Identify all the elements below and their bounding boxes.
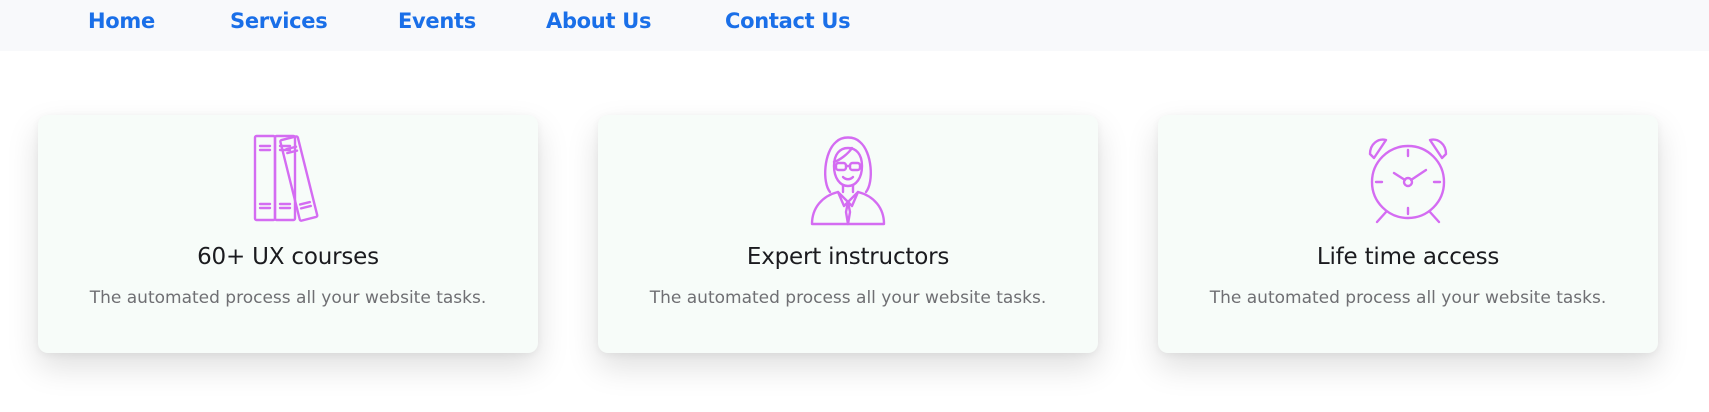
- feature-description: The automated process all your website t…: [649, 288, 1047, 308]
- nav-link-services[interactable]: Services: [230, 9, 328, 33]
- top-navigation: Home Services Events About Us Contact Us: [0, 0, 1709, 51]
- instructor-icon: [800, 132, 896, 228]
- feature-title: 60+ UX courses: [197, 244, 379, 270]
- alarm-clock-icon: [1360, 132, 1456, 228]
- feature-card-instructors: Expert instructors The automated process…: [598, 115, 1098, 353]
- books-icon: [240, 132, 336, 228]
- nav-link-events[interactable]: Events: [398, 9, 476, 33]
- nav-link-home[interactable]: Home: [88, 9, 155, 33]
- feature-description: The automated process all your website t…: [89, 288, 487, 308]
- feature-title: Expert instructors: [746, 244, 950, 270]
- feature-description: The automated process all your website t…: [1209, 288, 1607, 308]
- feature-card-courses: 60+ UX courses The automated process all…: [38, 115, 538, 353]
- feature-card-lifetime-access: Life time access The automated process a…: [1158, 115, 1658, 353]
- nav-link-about-us[interactable]: About Us: [546, 9, 651, 33]
- feature-title: Life time access: [1316, 244, 1500, 270]
- nav-link-contact-us[interactable]: Contact Us: [725, 9, 851, 33]
